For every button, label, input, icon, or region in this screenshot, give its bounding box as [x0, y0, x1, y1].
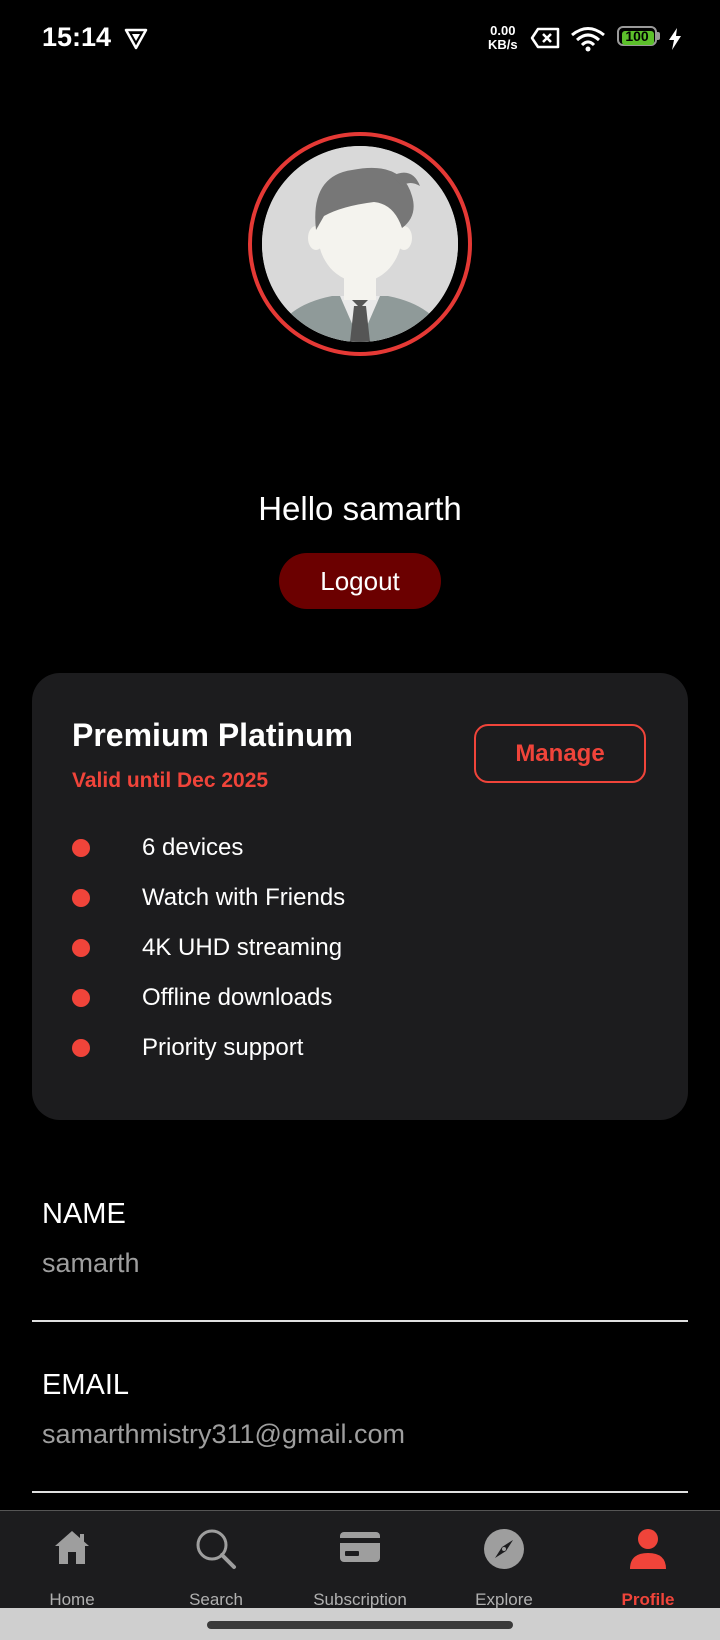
no-sim-icon — [530, 27, 560, 49]
avatar-image — [262, 146, 458, 342]
wifi-icon — [571, 27, 605, 52]
vpn-shield-icon — [124, 28, 148, 50]
subscription-plan-card: Premium Platinum Valid until Dec 2025 Ma… — [32, 673, 688, 1120]
person-icon — [630, 1529, 666, 1569]
bullet-dot-icon — [72, 889, 90, 907]
status-time: 15:14 — [42, 22, 112, 52]
battery-indicator: 100 — [617, 26, 660, 48]
divider — [32, 1491, 688, 1493]
email-value: samarthmistry311@gmail.com — [42, 1419, 405, 1449]
nav-item-profile[interactable]: Profile — [576, 1511, 720, 1609]
plan-validity: Valid until Dec 2025 — [72, 769, 269, 792]
name-value: samarth — [42, 1248, 140, 1278]
nav-item-search[interactable]: Search — [144, 1511, 288, 1609]
charging-icon — [669, 28, 681, 50]
logout-button[interactable]: Logout — [279, 553, 441, 609]
name-label: NAME — [42, 1198, 126, 1230]
card-icon — [340, 1532, 380, 1562]
gesture-navigation-area — [0, 1608, 720, 1640]
plan-title: Premium Platinum — [72, 717, 353, 753]
bullet-dot-icon — [72, 989, 90, 1007]
plan-feature-item: Offline downloads — [72, 983, 632, 1033]
bullet-dot-icon — [72, 839, 90, 857]
status-bar: 15:14 0.00 KB/s 100 — [0, 0, 720, 80]
plan-feature-item: 6 devices — [72, 833, 632, 883]
nav-item-home[interactable]: Home — [0, 1511, 144, 1609]
bullet-dot-icon — [72, 939, 90, 957]
plan-feature-item: Watch with Friends — [72, 883, 632, 933]
plan-feature-item: Priority support — [72, 1033, 632, 1083]
bottom-navigation: Home Search Subscription Explore Profile — [0, 1510, 720, 1609]
search-icon — [196, 1529, 236, 1569]
greeting-text: Hello samarth — [258, 490, 462, 527]
home-icon — [55, 1531, 89, 1564]
nav-item-subscription[interactable]: Subscription — [288, 1511, 432, 1609]
nav-item-explore[interactable]: Explore — [432, 1511, 576, 1609]
manage-subscription-button[interactable]: Manage — [474, 724, 646, 783]
bullet-dot-icon — [72, 1039, 90, 1057]
plan-feature-item: 4K UHD streaming — [72, 933, 632, 983]
network-speed: 0.00 KB/s — [488, 23, 518, 52]
compass-icon — [484, 1529, 524, 1569]
profile-avatar[interactable] — [248, 132, 472, 356]
email-label: EMAIL — [42, 1369, 130, 1401]
divider — [32, 1320, 688, 1322]
plan-feature-list: 6 devices Watch with Friends 4K UHD stre… — [72, 833, 632, 1083]
gesture-handle[interactable] — [207, 1621, 513, 1629]
